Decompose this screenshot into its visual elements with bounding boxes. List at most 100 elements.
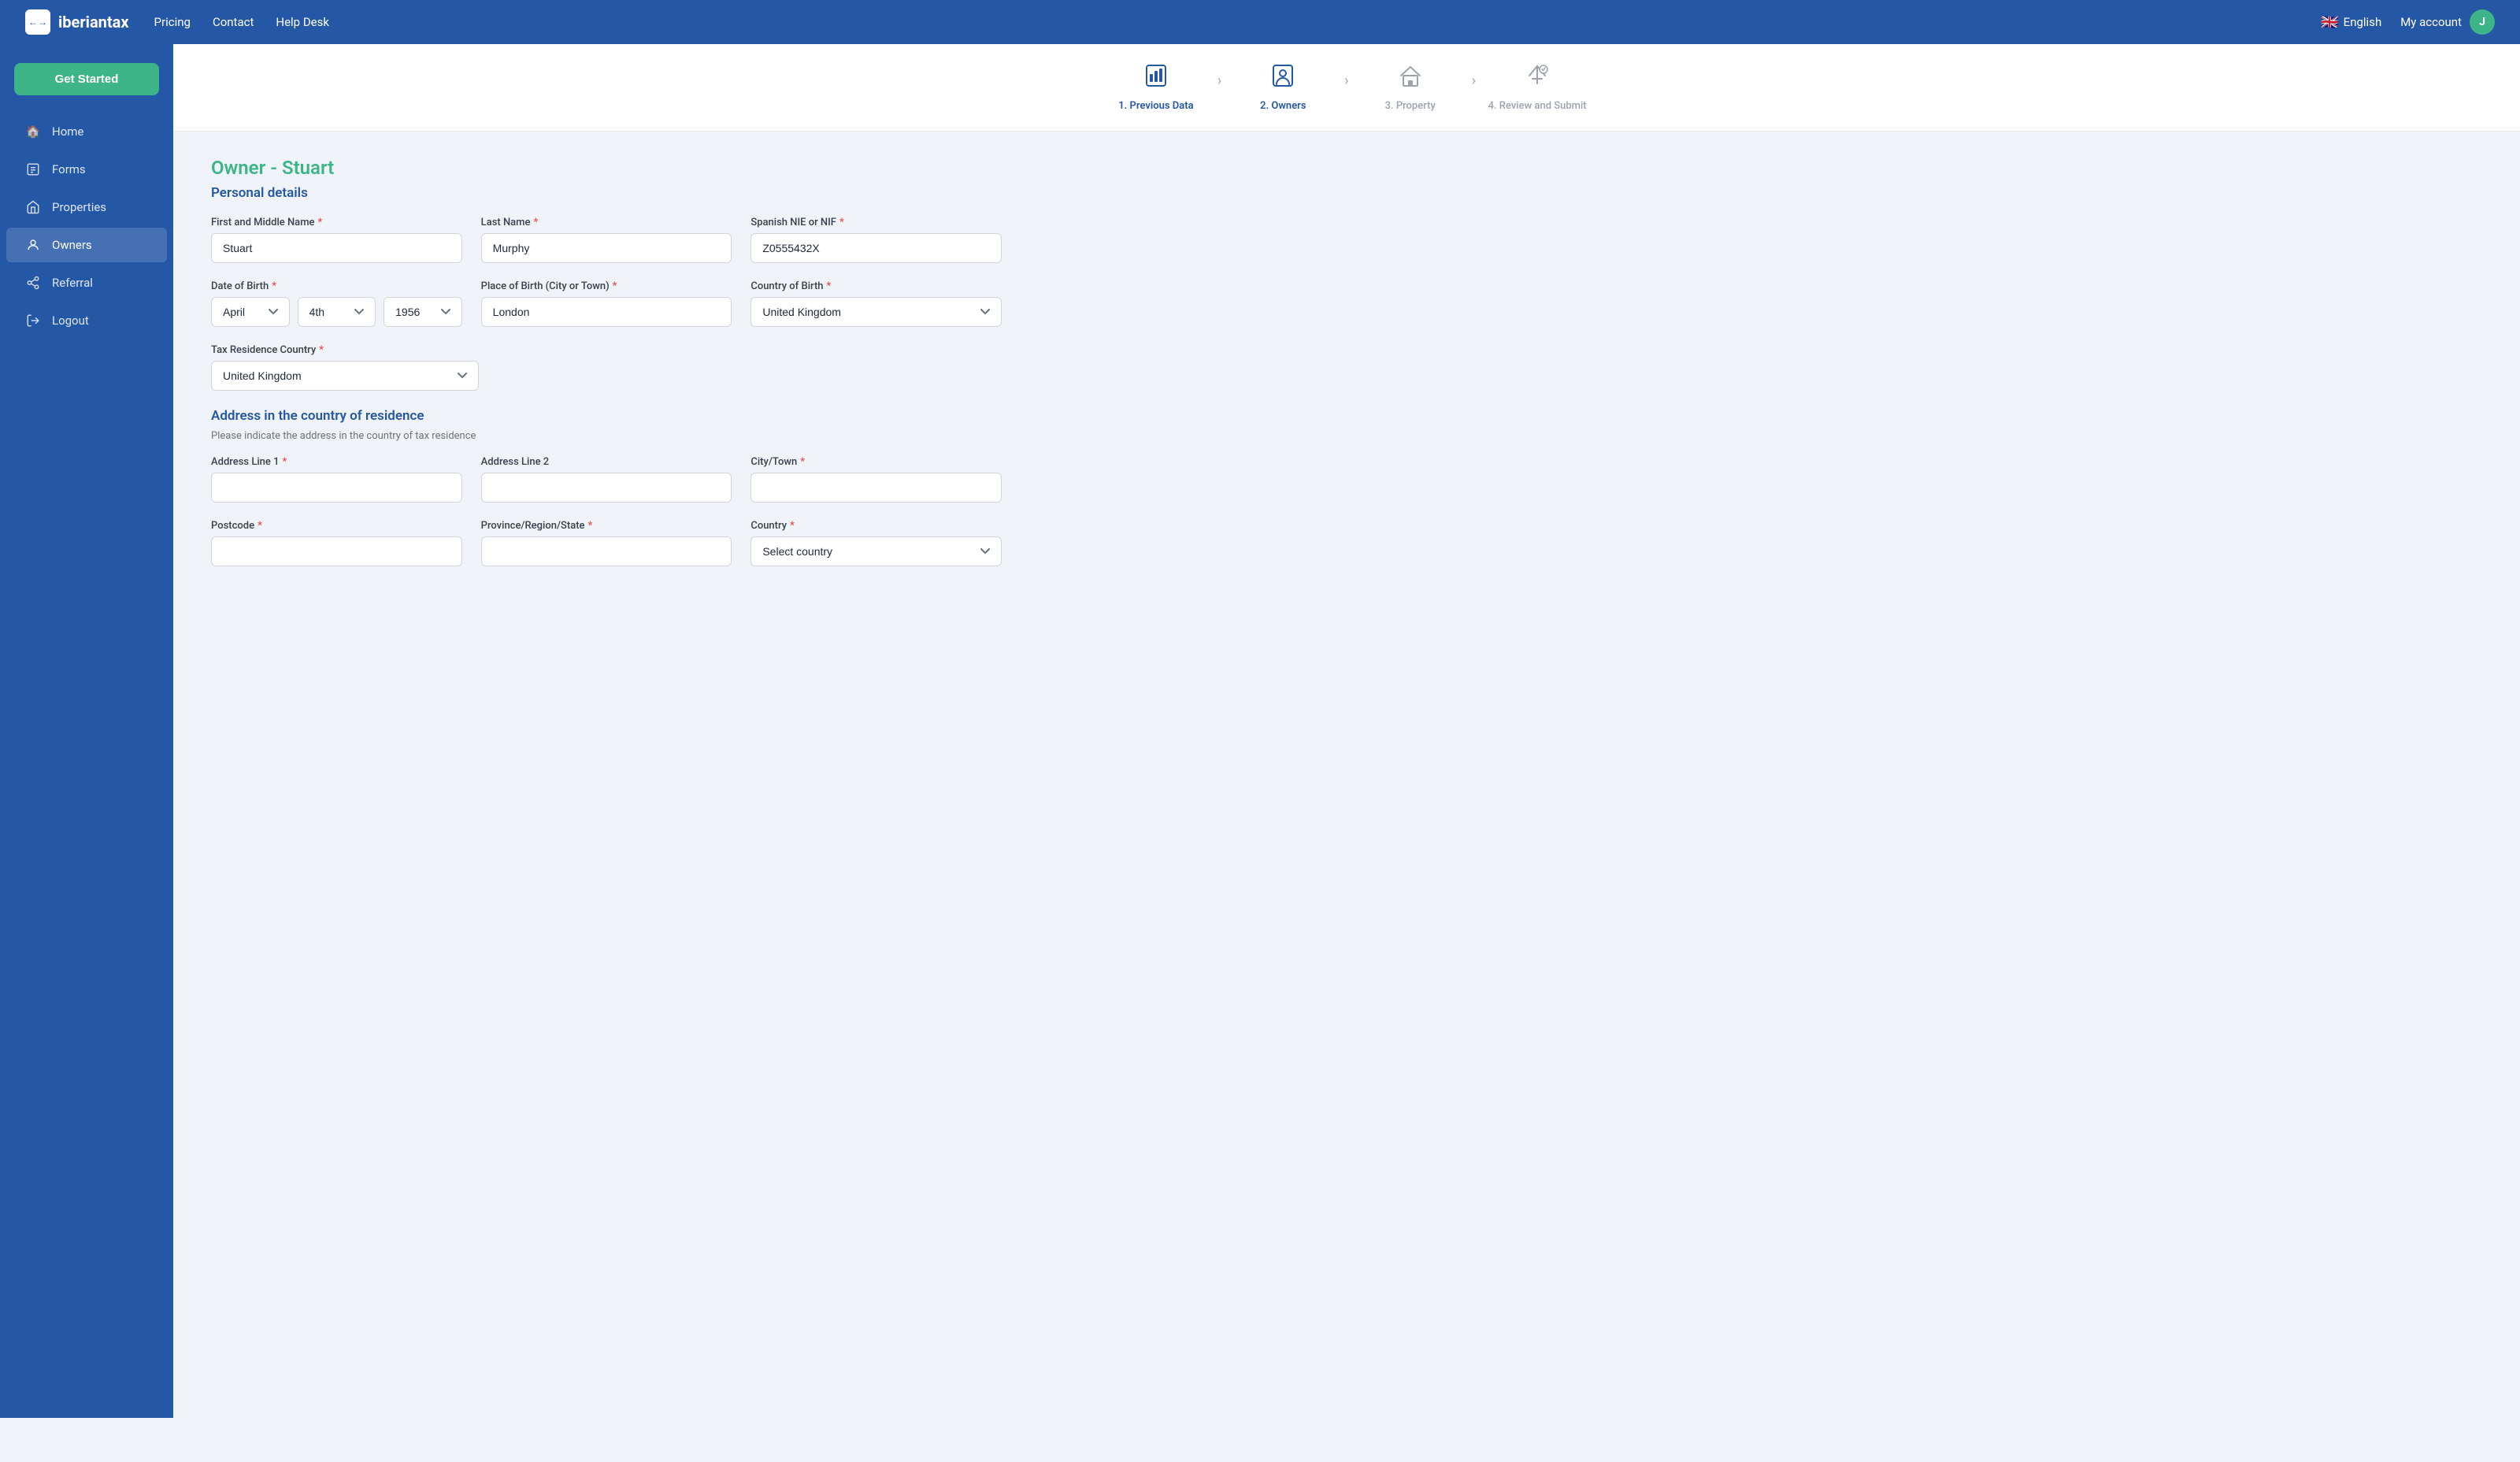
birth-city-input[interactable]	[481, 297, 732, 327]
sidebar-item-home[interactable]: 🏠 Home	[6, 114, 167, 149]
sidebar-label-logout: Logout	[52, 314, 89, 328]
first-name-group: First and Middle Name *	[211, 217, 462, 263]
form-row-address2: Postcode * Province/Region/State * Count…	[211, 520, 1002, 566]
topnav: ←→ iberiantax Pricing Contact Help Desk …	[0, 0, 2520, 44]
province-label: Province/Region/State *	[481, 520, 732, 532]
form-area: Owner - Stuart Personal details First an…	[173, 132, 1040, 609]
country-select[interactable]: Select country United Kingdom Spain Fran…	[750, 536, 1002, 566]
step3-icon	[1398, 63, 1423, 94]
topnav-right: 🇬🇧 English My account J	[2321, 9, 2495, 35]
nie-label: Spanish NIE or NIF *	[750, 217, 1002, 228]
sidebar-item-owners[interactable]: Owners	[6, 228, 167, 262]
language-label: English	[2344, 15, 2382, 29]
required-indicator: *	[827, 280, 832, 292]
dob-day-select[interactable]: 4th	[298, 297, 376, 327]
address1-input[interactable]	[211, 473, 462, 503]
sidebar-label-forms: Forms	[52, 162, 86, 176]
dob-year-select[interactable]: 1956	[384, 297, 462, 327]
step1-label: 1. Previous Data	[1118, 100, 1193, 112]
required-indicator: *	[613, 280, 617, 292]
sidebar-nav: 🏠 Home Forms Properties Owners	[0, 114, 173, 338]
nie-group: Spanish NIE or NIF *	[750, 217, 1002, 263]
required-indicator: *	[800, 456, 805, 468]
last-name-group: Last Name *	[481, 217, 732, 263]
address2-label: Address Line 2	[481, 456, 732, 468]
step-arrow-3: ›	[1466, 72, 1482, 89]
city-input[interactable]	[750, 473, 1002, 503]
flag-icon: 🇬🇧	[2321, 14, 2338, 31]
required-indicator: *	[272, 280, 276, 292]
sidebar-item-forms[interactable]: Forms	[6, 152, 167, 187]
step2-label: 2. Owners	[1260, 100, 1306, 112]
last-name-input[interactable]	[481, 233, 732, 263]
topnav-links: Pricing Contact Help Desk	[154, 15, 2322, 29]
city-label: City/Town *	[750, 456, 1002, 468]
form-row-birth: Date of Birth * April 4th 1956	[211, 280, 1002, 327]
province-input[interactable]	[481, 536, 732, 566]
tax-country-label: Tax Residence Country *	[211, 344, 479, 356]
step-arrow-1: ›	[1211, 72, 1228, 89]
layout: Get Started 🏠 Home Forms Properties	[0, 44, 2520, 609]
step-previous-data[interactable]: 1. Previous Data	[1101, 63, 1211, 112]
birth-city-label: Place of Birth (City or Town) *	[481, 280, 732, 292]
city-group: City/Town *	[750, 456, 1002, 503]
nie-input[interactable]	[750, 233, 1002, 263]
home-icon: 🏠	[25, 124, 41, 139]
address-section-title: Address in the country of residence	[211, 408, 1002, 424]
sidebar: Get Started 🏠 Home Forms Properties	[0, 44, 173, 1418]
required-indicator: *	[282, 456, 287, 468]
nav-pricing[interactable]: Pricing	[154, 15, 191, 29]
province-group: Province/Region/State *	[481, 520, 732, 566]
country-label: Country *	[750, 520, 1002, 532]
language-selector[interactable]: 🇬🇧 English	[2321, 14, 2381, 31]
step-property[interactable]: 3. Property	[1355, 63, 1466, 112]
owners-icon	[25, 237, 41, 253]
sidebar-label-owners: Owners	[52, 238, 92, 252]
address1-label: Address Line 1 *	[211, 456, 462, 468]
sidebar-label-home: Home	[52, 124, 83, 139]
personal-details-title: Personal details	[211, 185, 1002, 201]
nav-contact[interactable]: Contact	[213, 15, 254, 29]
required-indicator: *	[317, 217, 322, 228]
tax-country-group: Tax Residence Country * United Kingdom S…	[211, 344, 479, 391]
myaccount-link[interactable]: My account J	[2400, 9, 2495, 35]
dob-label: Date of Birth *	[211, 280, 462, 292]
logo-icon: ←→	[25, 9, 50, 35]
sidebar-item-logout[interactable]: Logout	[6, 303, 167, 338]
sidebar-item-properties[interactable]: Properties	[6, 190, 167, 224]
brand-name: iberiantax	[58, 13, 129, 32]
logout-icon	[25, 313, 41, 328]
step1-icon	[1143, 63, 1169, 94]
brand-logo[interactable]: ←→ iberiantax	[25, 9, 129, 35]
postcode-label: Postcode *	[211, 520, 462, 532]
step-owners[interactable]: 2. Owners	[1228, 63, 1338, 112]
postcode-input[interactable]	[211, 536, 462, 566]
step2-icon	[1270, 63, 1295, 94]
postcode-group: Postcode *	[211, 520, 462, 566]
sidebar-label-properties: Properties	[52, 200, 106, 214]
referral-icon	[25, 275, 41, 291]
dob-group: Date of Birth * April 4th 1956	[211, 280, 462, 327]
forms-icon	[25, 161, 41, 177]
required-indicator: *	[533, 217, 538, 228]
sidebar-item-referral[interactable]: Referral	[6, 265, 167, 300]
dob-month-select[interactable]: April	[211, 297, 290, 327]
stepper-bar: 1. Previous Data › 2. Owners ›	[173, 44, 2520, 132]
step-arrow-2: ›	[1338, 72, 1354, 89]
last-name-label: Last Name *	[481, 217, 732, 228]
form-row-tax: Tax Residence Country * United Kingdom S…	[211, 344, 1002, 391]
birth-country-select[interactable]: United Kingdom Spain France Germany Irel…	[750, 297, 1002, 327]
first-name-label: First and Middle Name *	[211, 217, 462, 228]
myaccount-label: My account	[2400, 15, 2462, 29]
address-subtitle: Please indicate the address in the count…	[211, 430, 1002, 442]
main-content: 1. Previous Data › 2. Owners ›	[173, 44, 2520, 609]
address2-input[interactable]	[481, 473, 732, 503]
nav-helpdesk[interactable]: Help Desk	[276, 15, 329, 29]
sidebar-label-referral: Referral	[52, 276, 93, 290]
tax-country-select[interactable]: United Kingdom Spain France Germany Irel…	[211, 361, 479, 391]
first-name-input[interactable]	[211, 233, 462, 263]
properties-icon	[25, 199, 41, 215]
step-review[interactable]: 4. Review and Submit	[1482, 63, 1592, 112]
required-indicator: *	[839, 217, 844, 228]
get-started-button[interactable]: Get Started	[14, 63, 159, 95]
